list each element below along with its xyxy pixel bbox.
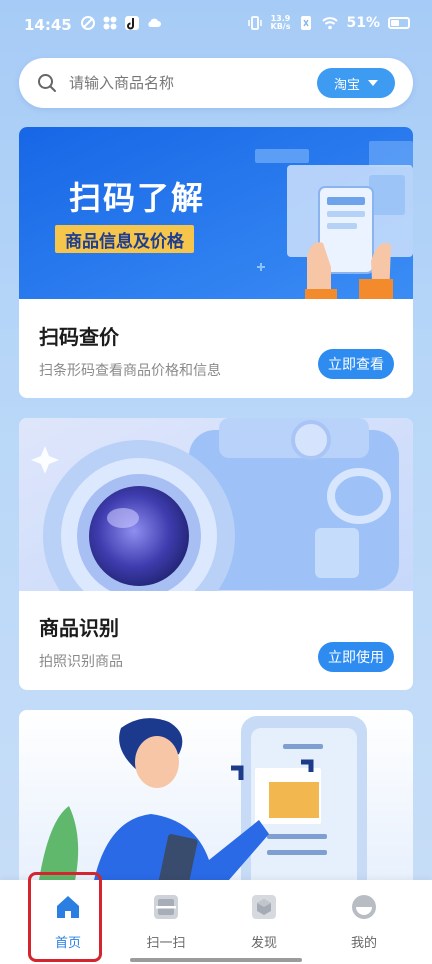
view-now-button[interactable]: 立即查看 (318, 349, 394, 379)
app-grid-icon (103, 16, 117, 30)
card-subtitle: 扫条形码查看商品价格和信息 (39, 363, 221, 379)
battery-icon (388, 17, 410, 29)
profile-icon (352, 895, 376, 919)
nav-label: 我的 (350, 936, 377, 951)
cloud-icon (148, 18, 161, 27)
nav-discover[interactable]: 发现 (210, 880, 318, 964)
scan-price-card[interactable]: 扫码了解 商品信息及价格 扫码查价 扫条形码查看商品价格和信息 立即查看 (19, 127, 413, 398)
notification-icons (80, 15, 162, 31)
search-input[interactable] (69, 70, 309, 96)
nav-scan[interactable]: 扫一扫 (112, 880, 220, 964)
nav-label: 发现 (250, 936, 277, 951)
search-icon (38, 74, 56, 92)
camera-banner (19, 418, 413, 591)
status-bar: 14:45 13.9 KB/s 51% (0, 0, 432, 50)
home-indicator (130, 958, 302, 962)
tiktok-icon (125, 16, 139, 30)
search-bar: 淘宝 (19, 58, 413, 108)
card-subtitle: 拍照识别商品 (39, 654, 123, 670)
sync-icon (81, 16, 95, 30)
status-right: 13.9 KB/s 51% (247, 15, 410, 31)
net-speed-unit: KB/s (270, 22, 291, 31)
banner-tag: 商品信息及价格 (55, 225, 194, 253)
caret-down-icon (368, 80, 378, 86)
nav-profile[interactable]: 我的 (310, 880, 418, 964)
card-title: 扫码查价 (39, 325, 119, 349)
camera-illustration (19, 418, 413, 591)
scan-price-banner: 扫码了解 商品信息及价格 (19, 127, 413, 299)
net-speed: 13.9 KB/s (271, 15, 291, 31)
discover-icon (252, 895, 276, 919)
banner-headline: 扫码了解 (69, 179, 206, 217)
card-title: 商品识别 (39, 616, 119, 640)
wifi-icon (322, 17, 339, 30)
scan-icon (154, 895, 178, 919)
battery-percent: 51% (346, 15, 380, 31)
platform-dropdown[interactable]: 淘宝 (317, 68, 395, 98)
platform-label: 淘宝 (333, 77, 360, 93)
use-now-button[interactable]: 立即使用 (318, 642, 394, 672)
product-recognition-card[interactable]: 商品识别 拍照识别商品 立即使用 (19, 418, 413, 690)
nav-label: 扫一扫 (146, 936, 186, 951)
highlight-box (28, 872, 102, 962)
sim-icon (301, 16, 312, 30)
status-time: 14:45 (24, 16, 72, 34)
vibrate-icon (247, 16, 262, 30)
